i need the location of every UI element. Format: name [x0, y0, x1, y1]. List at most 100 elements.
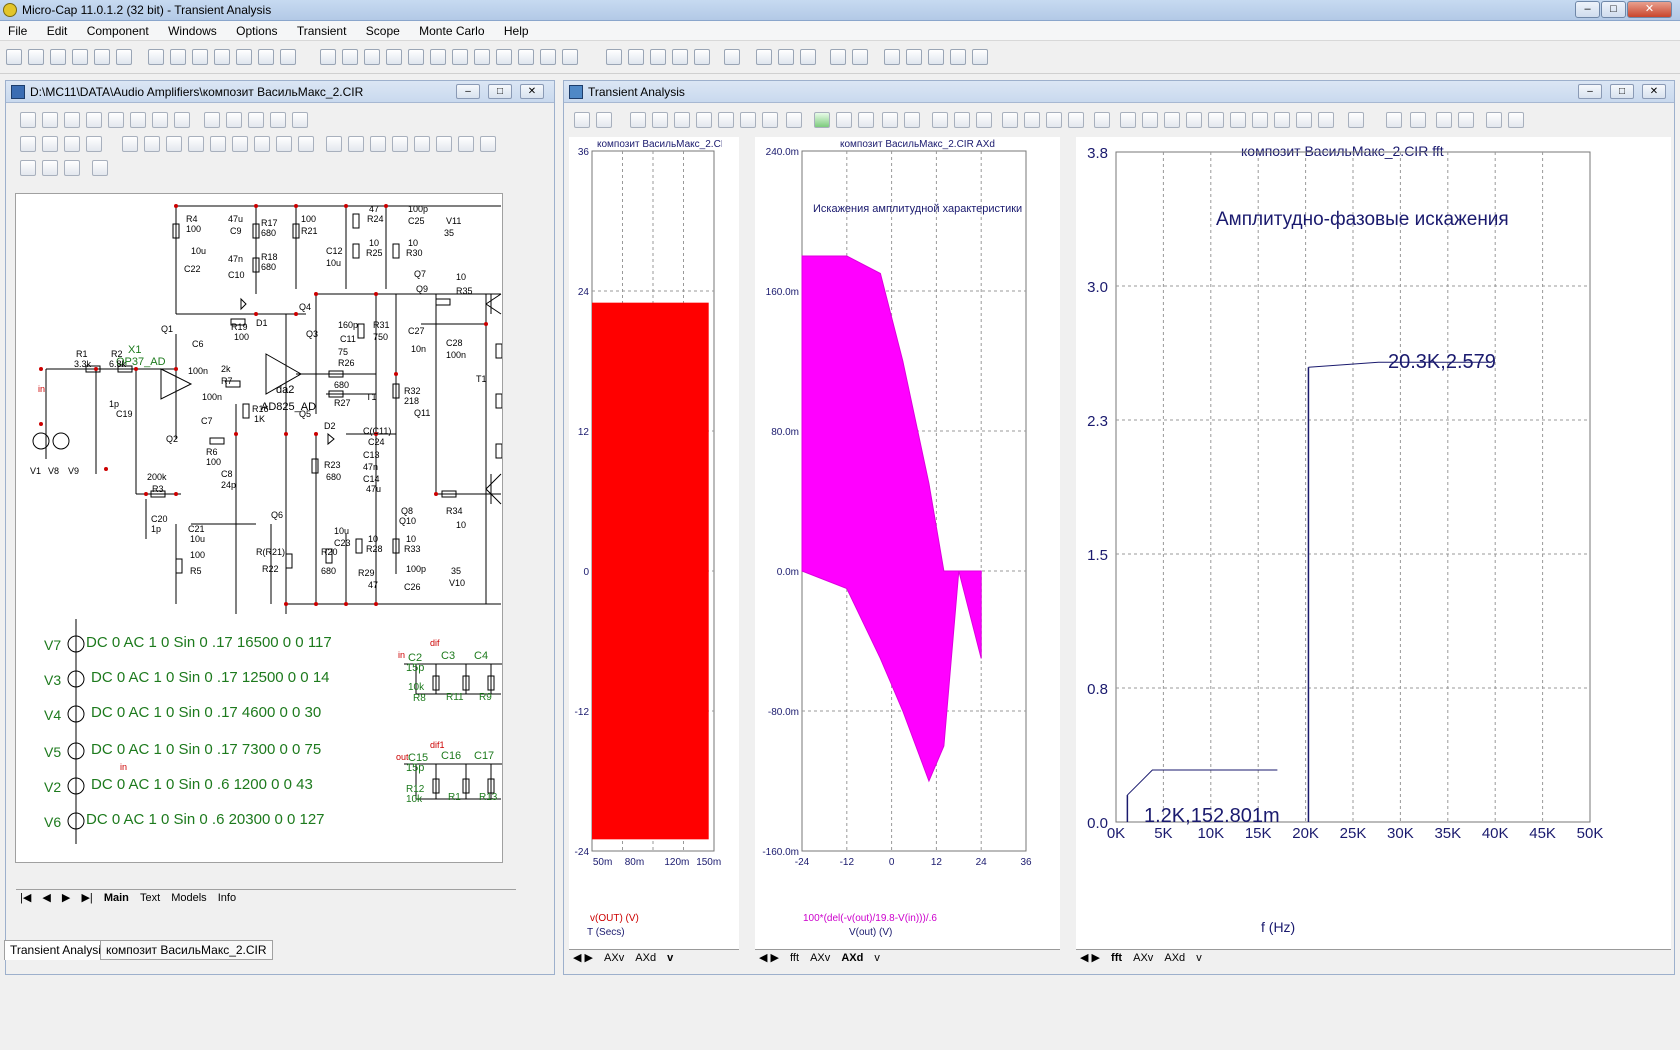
grid-snap-icon[interactable]	[276, 136, 292, 152]
cursor-mode-1-icon[interactable]	[1002, 112, 1018, 128]
schematic-restore-button[interactable]: □	[488, 84, 512, 99]
analysis-settings-icon[interactable]	[972, 49, 988, 65]
npn-transistor-icon[interactable]	[430, 49, 446, 65]
attribute-icon[interactable]	[906, 49, 922, 65]
plot1-panel[interactable]: композит ВасильМакс_2.CIR 36 24 12 0 -12 -24 5…	[569, 137, 739, 967]
copy-plot-icon[interactable]	[1486, 112, 1502, 128]
schematic-close-button[interactable]: ✕	[520, 84, 544, 99]
save-icon[interactable]	[50, 49, 66, 65]
global-high-icon[interactable]	[1230, 112, 1246, 128]
menu-scope[interactable]: Scope	[358, 21, 408, 38]
node-icon[interactable]	[540, 49, 556, 65]
doc-tab-schematic[interactable]: композит ВасильМакс_2.CIR	[100, 940, 273, 960]
plot2-panel[interactable]: композит ВасильМакс_2.CIR AXd 240.0m 160.…	[755, 137, 1060, 967]
plot1-tab-v[interactable]: v	[663, 951, 677, 965]
cursor-mode-3-icon[interactable]	[1046, 112, 1062, 128]
restore-limits-icon[interactable]	[674, 112, 690, 128]
refresh-plot-icon[interactable]	[596, 112, 612, 128]
transient-close-button[interactable]: ✕	[1642, 84, 1666, 99]
zoom-out-icon[interactable]	[42, 160, 58, 176]
node-numbers-icon[interactable]	[42, 136, 58, 152]
mirror-icon[interactable]	[392, 136, 408, 152]
plot1-tab-axd[interactable]: AXd	[631, 951, 660, 965]
close-button[interactable]: ✕	[1627, 1, 1672, 18]
pause-icon[interactable]	[858, 112, 874, 128]
transient-restore-button[interactable]: □	[1610, 84, 1634, 99]
tile-vertical-icon[interactable]	[628, 49, 644, 65]
run-icon[interactable]	[814, 112, 830, 128]
tab-main[interactable]: Main	[100, 891, 133, 905]
maximize-button[interactable]: □	[1601, 1, 1626, 18]
minimize-button[interactable]: –	[1575, 1, 1600, 18]
valley-icon[interactable]	[1142, 112, 1158, 128]
diode-icon[interactable]	[408, 49, 424, 65]
resistor-icon[interactable]	[342, 49, 358, 65]
grid-icon[interactable]	[884, 49, 900, 65]
tab-prev-icon[interactable]: ◀	[38, 890, 54, 905]
inflection-icon[interactable]	[1208, 112, 1224, 128]
page-layout-1-icon[interactable]	[932, 112, 948, 128]
text-mode-icon[interactable]	[64, 112, 80, 128]
page-icon[interactable]	[756, 49, 772, 65]
menu-help[interactable]: Help	[496, 21, 537, 38]
table-icon[interactable]	[270, 112, 286, 128]
menu-options[interactable]: Options	[228, 21, 285, 38]
properties-plot-icon[interactable]	[1094, 112, 1110, 128]
zoom-in-plot-icon[interactable]	[1436, 112, 1452, 128]
help-icon[interactable]	[226, 112, 242, 128]
rectangle-mode-icon[interactable]	[130, 112, 146, 128]
tag-icon[interactable]	[1410, 112, 1426, 128]
properties-icon[interactable]	[852, 49, 868, 65]
cut-icon[interactable]	[192, 49, 208, 65]
flag-icon[interactable]	[152, 112, 168, 128]
split-icon[interactable]	[672, 49, 688, 65]
global-low-icon[interactable]	[1252, 112, 1268, 128]
plot1-tab-nav-icon[interactable]: ◀ ▶	[569, 950, 597, 965]
voltage-icon[interactable]	[144, 136, 160, 152]
ruler-icon[interactable]	[122, 136, 138, 152]
title-icon[interactable]	[786, 112, 802, 128]
checkbox-icon[interactable]	[348, 136, 364, 152]
cursor-mode-4-icon[interactable]	[1068, 112, 1084, 128]
schematic-canvas[interactable]: X1 OP37_AD AD825_AD da2 R1 3.3k R2 6.8k …	[15, 193, 503, 863]
plot3-tab-nav-icon[interactable]: ◀ ▶	[1076, 950, 1104, 965]
zoom-in-icon[interactable]	[20, 160, 36, 176]
menu-edit[interactable]: Edit	[39, 21, 76, 38]
zoom-out-plot-icon[interactable]	[1458, 112, 1474, 128]
find-icon[interactable]	[436, 136, 452, 152]
paste-plot-icon[interactable]	[1508, 112, 1524, 128]
attribute-text-icon[interactable]	[20, 136, 36, 152]
plot3-tab-axd[interactable]: AXd	[1160, 951, 1189, 965]
low-icon[interactable]	[1186, 112, 1202, 128]
component-library-icon[interactable]	[778, 49, 794, 65]
list-icon[interactable]	[1386, 112, 1402, 128]
cascade-windows-icon[interactable]	[606, 49, 622, 65]
ground-icon[interactable]	[320, 49, 336, 65]
screen-icon[interactable]	[92, 160, 108, 176]
pin-connections-icon[interactable]	[64, 136, 80, 152]
undo-icon[interactable]	[148, 49, 164, 65]
tile-horizontal-icon[interactable]	[650, 49, 666, 65]
tab-next-icon[interactable]: ▶	[58, 890, 74, 905]
tokens-icon[interactable]	[718, 112, 734, 128]
plot2-tab-axd[interactable]: AXd	[837, 951, 867, 965]
tab-first-icon[interactable]: |◀	[16, 890, 35, 905]
opamp-icon[interactable]	[474, 49, 490, 65]
open-file-icon[interactable]	[28, 49, 44, 65]
probe-icon[interactable]	[562, 49, 578, 65]
window-icon[interactable]	[694, 49, 710, 65]
menu-windows[interactable]: Windows	[160, 21, 225, 38]
refresh-schematic-icon[interactable]	[174, 112, 190, 128]
binoculars-icon[interactable]	[480, 136, 496, 152]
select-mode-icon[interactable]	[20, 112, 36, 128]
edit-icon[interactable]	[292, 112, 308, 128]
point-icon[interactable]	[248, 112, 264, 128]
data-points-icon[interactable]	[696, 112, 712, 128]
high-icon[interactable]	[1164, 112, 1180, 128]
page-layout-3-icon[interactable]	[976, 112, 992, 128]
select-region-icon[interactable]	[326, 136, 342, 152]
schematic-minimize-button[interactable]: –	[456, 84, 480, 99]
flip-icon[interactable]	[414, 136, 430, 152]
refresh-icon[interactable]	[830, 49, 846, 65]
tools-icon[interactable]	[928, 49, 944, 65]
